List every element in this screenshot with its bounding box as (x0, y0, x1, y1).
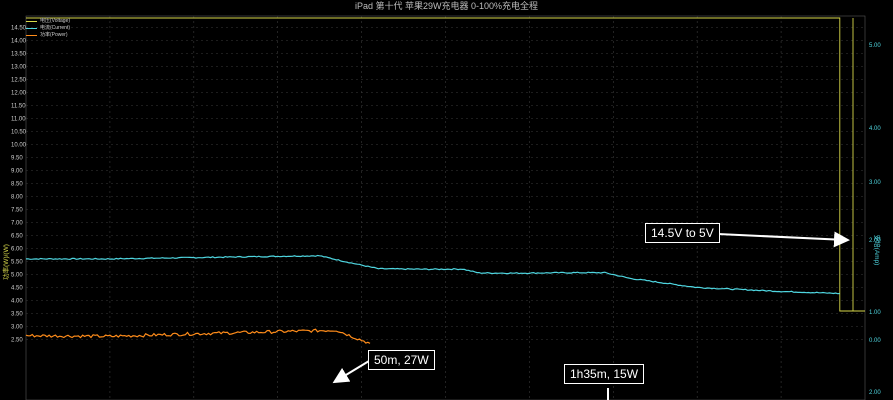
y-left-tick-label: 12.50 (11, 78, 27, 84)
y-left-tick-label: 9.00 (11, 169, 23, 175)
series-line-power (25, 328, 371, 344)
y-left-tick-label: 8.00 (11, 195, 23, 201)
y-right-tick-label: 2.00 (869, 390, 881, 396)
y-left-tick-label: 4.50 (11, 286, 23, 292)
legend-swatch (26, 21, 37, 22)
legend-label: 电流(Current) (40, 25, 71, 31)
chart-plot: 14.50 14.00 13.50 13.00 12.50 12.00 11.50 11.00… (1, 15, 882, 400)
y-left-tick-label: 10.00 (11, 143, 27, 149)
y-left-tick-label: 9.50 (11, 156, 23, 162)
legend-swatch (26, 28, 37, 29)
chart-window: iPad 第十代 苹果29W充电器 0-100%充电全程 14.50 14.00 1… (0, 0, 893, 400)
arrow-voltage-drop (717, 231, 850, 248)
legend-label: 电压(Voltage) (40, 18, 71, 24)
annotation-50m-27w: 50m, 27W (368, 350, 435, 370)
legend: 电压(Voltage) 电流(Current) 功率(Power) (26, 18, 70, 39)
y-left-tick-label: 3.00 (11, 325, 23, 331)
legend-swatch (26, 35, 37, 36)
y-left-tick-label: 12.00 (11, 91, 27, 97)
y-left-tick-label: 5.50 (11, 260, 23, 266)
y-left-tick-label: 3.50 (11, 312, 23, 318)
y-left-tick-label: 11.50 (11, 104, 26, 110)
y-left-tick-label: 14.00 (11, 39, 27, 45)
y-left-tick-label: 4.00 (11, 299, 23, 305)
y-right-tick-label: 0.00 (869, 338, 881, 344)
annotation-voltage-drop: 14.5V to 5V (645, 223, 720, 243)
legend-item-power: 功率(Power) (26, 32, 70, 39)
y-left-tick-label: 7.00 (11, 221, 23, 227)
y-left-tick-label: 6.00 (11, 247, 23, 253)
y-left-tick-label: 10.50 (11, 130, 27, 136)
legend-item-current: 电流(Current) (26, 25, 70, 32)
legend-label: 功率(Power) (40, 32, 68, 38)
annotation-1h35m-15w: 1h35m, 15W (564, 364, 645, 384)
y-right-tick-label: 3.00 (869, 180, 881, 186)
y-left-tick-label: 5.00 (11, 273, 23, 279)
left-axis: 14.50 14.00 13.50 13.00 12.50 12.00 11.50 11.00… (11, 26, 27, 344)
y-left-axis-title: 功率(W)/(W) (1, 244, 10, 280)
y-left-tick-label: 2.50 (11, 338, 23, 344)
y-left-tick-label: 14.50 (11, 26, 27, 32)
y-left-tick-label: 13.50 (11, 52, 27, 58)
y-right-tick-label: 1.00 (869, 310, 881, 316)
y-left-tick-label: 11.00 (11, 117, 26, 123)
y-left-tick-label: 8.50 (11, 182, 23, 188)
right-axis: 5.004.003.002.001.000.002.00 (869, 43, 881, 396)
grid (25, 15, 866, 400)
y-left-tick-label: 6.50 (11, 234, 23, 240)
legend-item-voltage: 电压(Voltage) (26, 18, 70, 25)
y-left-tick-label: 13.00 (11, 65, 27, 71)
y-right-axis-title: 安培(Amp) (873, 235, 882, 266)
y-left-tick-label: 7.50 (11, 208, 23, 214)
y-right-tick-label: 4.00 (869, 126, 881, 132)
y-right-tick-label: 5.00 (869, 43, 881, 49)
arrow-50m-27w (332, 360, 370, 384)
